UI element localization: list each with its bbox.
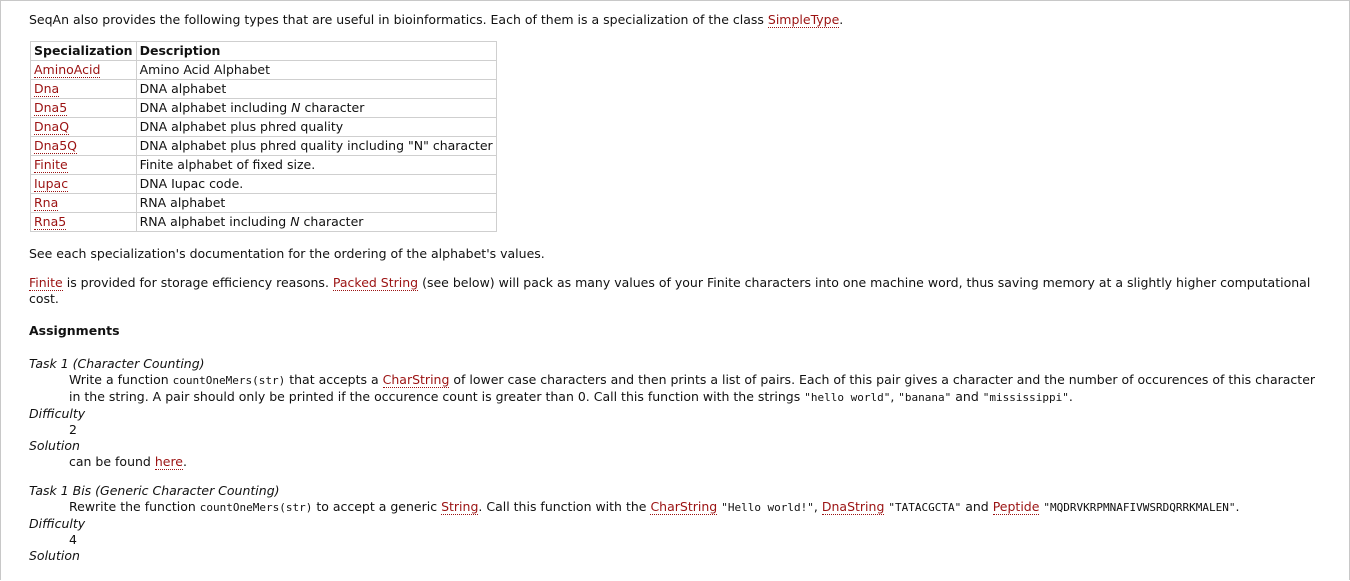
task-text: and (951, 389, 983, 404)
table-row: Dna5 DNA alphabet including N character (30, 98, 497, 118)
table-row: Rna RNA alphabet (30, 193, 497, 213)
solution-text: . (183, 454, 187, 469)
task-text: . Call this function with the (478, 499, 651, 514)
desc-emphasis: N (291, 100, 301, 115)
row-description: RNA alphabet including N character (135, 212, 497, 232)
solution-here-link[interactable]: here (154, 454, 183, 470)
dna5q-link[interactable]: Dna5Q (34, 138, 77, 154)
dna-link[interactable]: Dna (34, 81, 60, 97)
table-row: AminoAcid Amino Acid Alphabet (30, 60, 497, 80)
specialization-table: Specialization Description AminoAcid Ami… (30, 41, 497, 232)
task-text: Rewrite the function (69, 499, 200, 514)
table-row: Iupac DNA Iupac code. (30, 174, 497, 194)
header-description: Description (135, 41, 497, 61)
desc-text: character (300, 100, 365, 115)
code-snippet: "hello world" (804, 391, 891, 404)
table-row: Rna5 RNA alphabet including N character (30, 212, 497, 232)
peptide-link[interactable]: Peptide (992, 499, 1040, 515)
task1-solution-label: Solution (29, 438, 80, 453)
simpletype-link[interactable]: SimpleType (767, 12, 840, 28)
desc-text: character (299, 214, 364, 229)
intro-end: . (839, 12, 844, 27)
task-text: and (961, 499, 993, 514)
charstring-link-2[interactable]: CharString (650, 499, 718, 515)
task1-difficulty-value: 2 (69, 422, 77, 437)
finite-text: is provided for storage efficiency reaso… (62, 275, 333, 290)
task1-title: Task 1 (Character Counting) (29, 356, 205, 371)
row-description: DNA Iupac code. (135, 174, 497, 194)
table-header-row: Specialization Description (30, 41, 497, 61)
code-snippet: "Hello world!" (721, 501, 814, 514)
task1-difficulty-label: Difficulty (29, 406, 86, 421)
task-text: to accept a generic (312, 499, 442, 514)
task1-solution: can be found here. (69, 454, 1319, 470)
code-snippet: "TATACGCTA" (888, 501, 962, 514)
intro-paragraph: SeqAn also provides the following types … (29, 12, 1319, 28)
finite-link[interactable]: Finite (34, 157, 68, 173)
row-description: RNA alphabet (135, 193, 497, 213)
dnaq-link[interactable]: DnaQ (34, 119, 70, 135)
task-text: . (1235, 499, 1240, 514)
solution-text: can be found (69, 454, 155, 469)
row-description: DNA alphabet plus phred quality includin… (135, 136, 497, 156)
task1b-block: Task 1 Bis (Generic Character Counting) … (29, 483, 1319, 564)
task-text: that accepts a (285, 372, 383, 387)
dna5-link[interactable]: Dna5 (34, 100, 68, 116)
row-description: Amino Acid Alphabet (135, 60, 497, 80)
code-snippet: "MQDRVKRPMNAFIVWSRDQRRKMALEN" (1043, 501, 1236, 514)
table-row: Dna DNA alphabet (30, 79, 497, 99)
task-text: . (1068, 389, 1073, 404)
rna-link[interactable]: Rna (34, 195, 59, 211)
desc-text: RNA alphabet including (139, 214, 291, 229)
desc-text: DNA alphabet including (139, 100, 292, 115)
aminoacid-link[interactable]: AminoAcid (34, 62, 101, 78)
desc-emphasis: N (290, 214, 300, 229)
dnastring-link[interactable]: DnaString (821, 499, 885, 515)
code-snippet: countOneMers(str) (199, 501, 313, 514)
intro-text: SeqAn also provides the following types … (29, 12, 768, 27)
code-snippet: "mississippi" (982, 391, 1069, 404)
finite-para-link[interactable]: Finite (29, 275, 63, 291)
table-row: DnaQ DNA alphabet plus phred quality (30, 117, 497, 137)
header-specialization: Specialization (30, 41, 137, 61)
task1b-solution-label: Solution (29, 548, 80, 563)
code-snippet: "banana" (898, 391, 952, 404)
task1-description: Write a function countOneMers(str) that … (69, 372, 1319, 406)
string-link[interactable]: String (441, 499, 479, 515)
task-text: , (813, 499, 822, 514)
see-each-paragraph: See each specialization's documentation … (29, 246, 545, 261)
code-snippet: countOneMers(str) (172, 374, 286, 387)
table-row: Dna5Q DNA alphabet plus phred quality in… (30, 136, 497, 156)
task1b-description: Rewrite the function countOneMers(str) t… (69, 499, 1319, 516)
assignments-heading: Assignments (29, 323, 120, 338)
charstring-link[interactable]: CharString (382, 372, 450, 388)
table-row: Finite Finite alphabet of fixed size. (30, 155, 497, 175)
task-text: Write a function (69, 372, 173, 387)
task1b-difficulty-value: 4 (69, 532, 77, 547)
row-description: DNA alphabet including N character (135, 98, 497, 118)
task1b-title: Task 1 Bis (Generic Character Counting) (29, 483, 280, 498)
task1b-difficulty-label: Difficulty (29, 516, 86, 531)
row-description: DNA alphabet (135, 79, 497, 99)
packed-string-link[interactable]: Packed String (332, 275, 419, 291)
document-content: SeqAn also provides the following types … (29, 12, 1319, 564)
task1-block: Task 1 (Character Counting) Write a func… (29, 356, 1319, 470)
rna5-link[interactable]: Rna5 (34, 214, 67, 230)
row-description: Finite alphabet of fixed size. (135, 155, 497, 175)
finite-paragraph: Finite is provided for storage efficienc… (29, 275, 1319, 307)
iupac-link[interactable]: Iupac (34, 176, 69, 192)
row-description: DNA alphabet plus phred quality (135, 117, 497, 137)
